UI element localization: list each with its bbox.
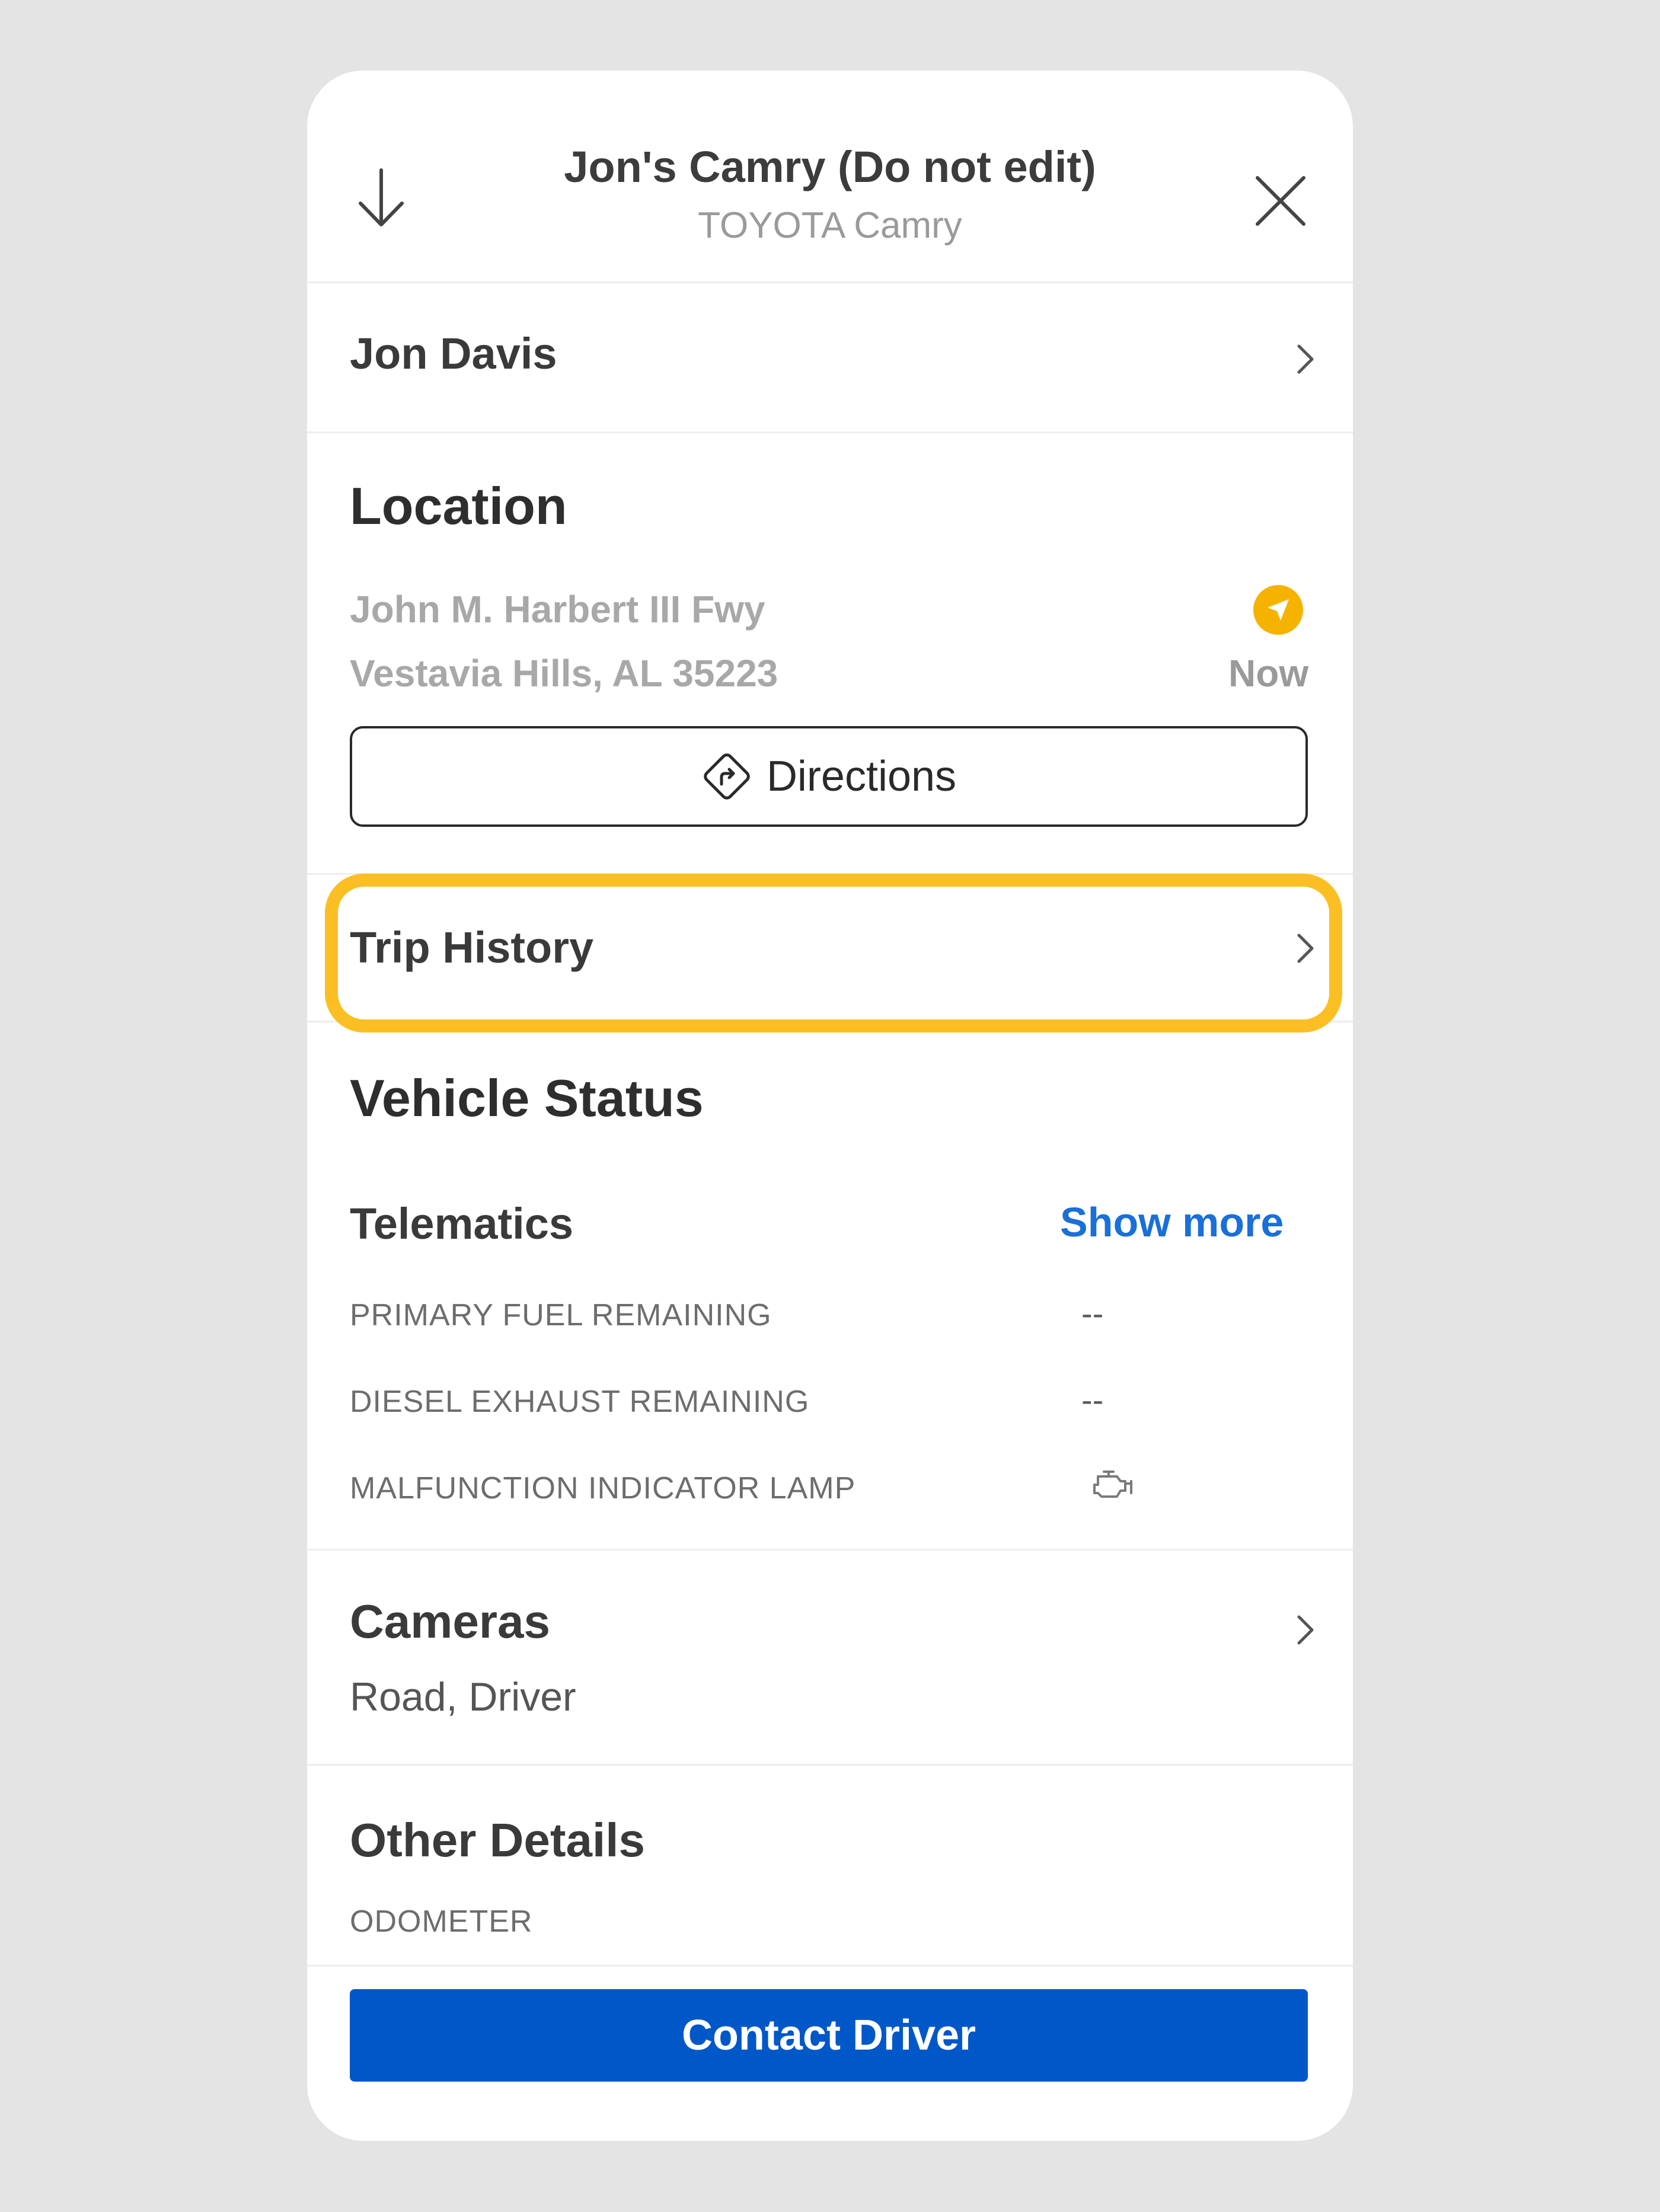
contact-driver-button[interactable]: Contact Driver: [350, 1989, 1308, 2082]
directions-icon: [704, 753, 750, 800]
driver-row[interactable]: Jon Davis: [307, 283, 1353, 431]
location-time: Now: [1228, 652, 1309, 695]
fuel-remaining-label: PRIMARY FUEL REMAINING: [350, 1298, 772, 1332]
chevron-right-icon: [1297, 344, 1314, 374]
show-more-link[interactable]: Show more: [1060, 1198, 1284, 1246]
vehicle-subtitle: TOYOTA Camry: [698, 205, 962, 246]
address-line-2: Vestavia Hills, AL 35223: [350, 652, 778, 695]
cameras-value: Road, Driver: [350, 1674, 576, 1719]
chevron-right-icon: [1297, 1615, 1314, 1645]
location-heading: Location: [350, 477, 567, 535]
divider: [307, 1764, 1353, 1766]
divider: [307, 431, 1353, 433]
trip-history-row[interactable]: Trip History: [307, 875, 1353, 1021]
trip-history-label: Trip History: [350, 923, 594, 972]
address-line-1: John M. Harbert III Fwy: [350, 588, 765, 631]
vehicle-detail-sheet: Jon's Camry (Do not edit) TOYOTA Camry J…: [307, 71, 1353, 2141]
driver-name: Jon Davis: [350, 329, 557, 378]
cameras-row[interactable]: Cameras Road, Driver: [307, 1551, 1353, 1764]
vehicle-status-heading: Vehicle Status: [350, 1069, 704, 1127]
directions-label: Directions: [766, 753, 957, 800]
odometer-label: ODOMETER: [350, 1904, 533, 1939]
directions-button[interactable]: Directions: [350, 726, 1308, 827]
divider: [307, 1021, 1353, 1022]
telematics-label: Telematics: [350, 1199, 574, 1248]
close-icon: [1256, 176, 1305, 226]
diesel-exhaust-label: DIESEL EXHAUST REMAINING: [350, 1385, 810, 1419]
fuel-remaining-value: --: [1081, 1294, 1104, 1332]
vehicle-title: Jon's Camry (Do not edit): [564, 142, 1096, 191]
malfunction-lamp-label: MALFUNCTION INDICATOR LAMP: [350, 1471, 856, 1505]
other-details-heading: Other Details: [350, 1814, 645, 1866]
engine-icon: [1093, 1471, 1132, 1498]
close-button[interactable]: [1245, 165, 1316, 236]
divider: [307, 1965, 1353, 1967]
cameras-heading: Cameras: [350, 1595, 551, 1648]
chevron-right-icon: [1297, 934, 1314, 963]
diesel-exhaust-value: --: [1081, 1381, 1104, 1418]
navigation-arrow-icon: [1253, 585, 1303, 635]
